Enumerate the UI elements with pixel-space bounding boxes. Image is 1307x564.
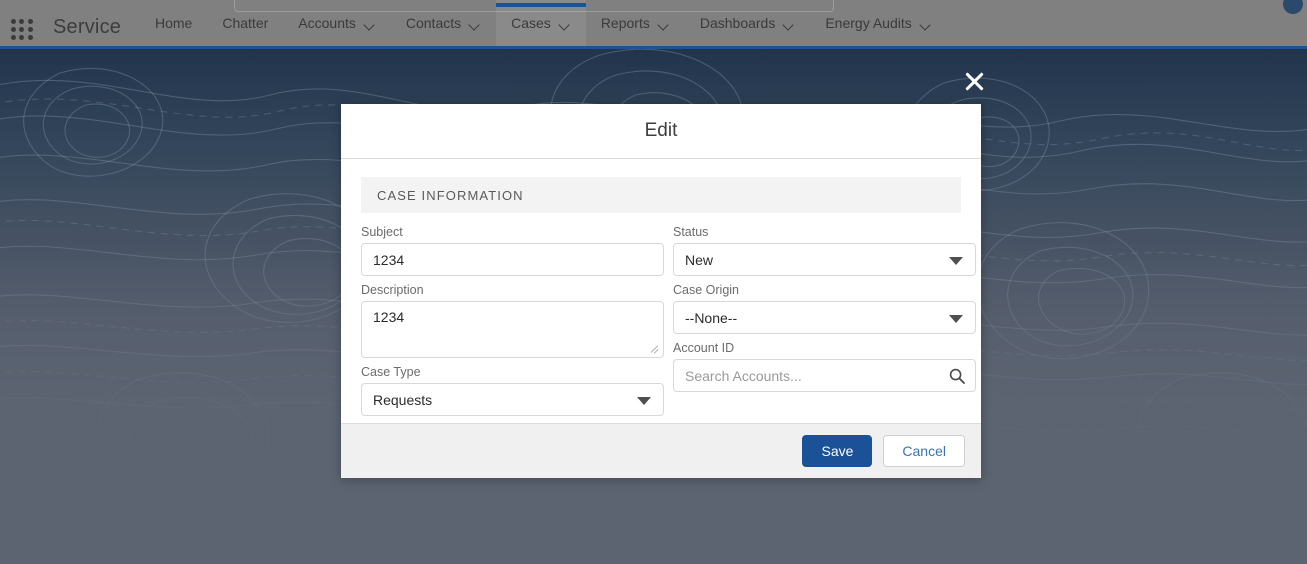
chevron-down-icon: [921, 21, 932, 28]
user-avatar[interactable]: [1283, 0, 1303, 14]
close-icon[interactable]: [960, 67, 988, 95]
app-window: Service Home Chatter Accounts Contacts C…: [0, 0, 1307, 564]
nav-item-label: Contacts: [405, 15, 462, 31]
case-origin-value: --None--: [685, 309, 738, 326]
section-header-case-information: CASE INFORMATION: [361, 177, 961, 213]
chevron-down-icon: [470, 21, 481, 28]
textarea-resize-handle[interactable]: [651, 345, 661, 355]
subject-value: 1234: [373, 251, 405, 268]
form-columns: Subject 1234 Description 1234 Case Type …: [361, 225, 976, 423]
dropdown-arrow-icon: [949, 256, 963, 265]
save-button[interactable]: Save: [802, 435, 873, 467]
nav-item-home[interactable]: Home: [140, 0, 207, 46]
form-column-left: Subject 1234 Description 1234 Case Type …: [361, 225, 664, 423]
modal-body: CASE INFORMATION Subject 1234 Descriptio…: [341, 159, 981, 423]
field-label: Status: [673, 225, 709, 239]
modal-footer: Save Cancel: [341, 423, 981, 478]
case-type-value: Requests: [373, 391, 433, 408]
nav-item-label: Accounts: [298, 15, 356, 31]
field-label: Case Origin: [673, 283, 739, 297]
field-label: Case Type: [361, 365, 421, 379]
search-icon[interactable]: [949, 368, 965, 384]
nav-item-label: Chatter: [222, 15, 269, 31]
account-id-search-input[interactable]: Search Accounts...: [673, 359, 976, 392]
field-status: Status New: [673, 225, 976, 276]
field-description: Description 1234: [361, 283, 664, 358]
top-navigation-bar: Service Home Chatter Accounts Contacts C…: [0, 0, 1307, 46]
chevron-down-icon: [560, 21, 571, 28]
account-id-placeholder: Search Accounts...: [685, 367, 802, 384]
nav-item-label: Energy Audits: [825, 15, 912, 31]
field-account-id: Account ID Search Accounts...: [673, 341, 976, 392]
status-select[interactable]: New: [673, 243, 976, 276]
section-header-label: CASE INFORMATION: [377, 187, 524, 203]
dropdown-arrow-icon: [949, 314, 963, 323]
chevron-down-icon: [659, 21, 670, 28]
description-textarea[interactable]: 1234: [361, 301, 664, 358]
global-search-box[interactable]: [234, 0, 834, 12]
nav-item-label: Reports: [600, 15, 650, 31]
modal-title: Edit: [644, 120, 678, 141]
field-case-origin: Case Origin --None--: [673, 283, 976, 334]
subject-input[interactable]: 1234: [361, 243, 664, 276]
field-subject: Subject 1234: [361, 225, 664, 276]
form-column-right: Status New Case Origin --None-- Account …: [673, 225, 976, 423]
nav-item-label: Cases: [511, 15, 551, 31]
chevron-down-icon: [784, 21, 795, 28]
app-launcher-grid-icon[interactable]: [10, 18, 34, 40]
dropdown-arrow-icon: [637, 396, 651, 405]
status-value: New: [685, 251, 714, 268]
field-case-type: Case Type Requests: [361, 365, 664, 416]
chevron-down-icon: [365, 21, 376, 28]
case-origin-select[interactable]: --None--: [673, 301, 976, 334]
nav-accent-divider: [0, 46, 1307, 49]
edit-case-modal: Edit CASE INFORMATION Subject 1234 Descr…: [341, 104, 981, 478]
app-name-label: Service: [53, 16, 122, 38]
field-label: Subject: [361, 225, 403, 239]
field-label: Account ID: [673, 341, 735, 355]
modal-header: Edit: [341, 104, 981, 159]
field-label: Description: [361, 283, 424, 297]
nav-item-label: Dashboards: [699, 15, 776, 31]
case-type-select[interactable]: Requests: [361, 383, 664, 416]
nav-item-label: Home: [155, 15, 193, 31]
description-value: 1234: [373, 309, 405, 325]
cancel-button[interactable]: Cancel: [883, 435, 965, 467]
